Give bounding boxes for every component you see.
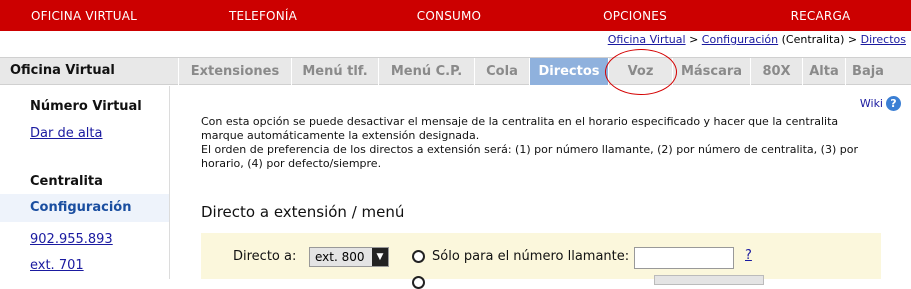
tab-directos[interactable]: Directos xyxy=(529,58,608,85)
description-line: Con esta opción se puede desactivar el m… xyxy=(201,115,839,128)
second-option-select[interactable] xyxy=(654,275,764,285)
top-navigation-bar: OFICINA VIRTUAL TELEFONÍA CONSUMO OPCION… xyxy=(0,0,911,31)
description-line: horario, (4) por defecto/siempre. xyxy=(201,157,382,170)
tab-menu-cp[interactable]: Menú C.P. xyxy=(378,58,474,85)
directo-form-panel: Directo a: ext. 800 ▼ Sólo para el númer… xyxy=(201,233,881,289)
tab-mascara[interactable]: Máscara xyxy=(672,58,750,85)
topnav-opciones[interactable]: OPCIONES xyxy=(540,0,730,31)
tab-bar: Oficina Virtual Extensiones Menú tlf. Me… xyxy=(0,57,911,85)
breadcrumb: Oficina Virtual > Configuración (Central… xyxy=(608,33,906,46)
sidebar-link-extension[interactable]: ext. 701 xyxy=(30,258,84,273)
breadcrumb-link-oficina-virtual[interactable]: Oficina Virtual xyxy=(608,33,686,46)
tab-voz[interactable]: Voz xyxy=(608,58,672,85)
description-line: marque automáticamente la extensión desi… xyxy=(201,129,480,142)
extension-select-value: ext. 800 xyxy=(315,250,365,264)
radio-second-option[interactable] xyxy=(412,276,425,289)
tabs: Extensiones Menú tlf. Menú C.P. Cola Dir… xyxy=(178,58,890,85)
tab-80x[interactable]: 80X xyxy=(750,58,802,85)
sidebar-heading-numero-virtual: Número Virtual xyxy=(30,99,142,114)
sidebar: Número Virtual Dar de alta Centralita Co… xyxy=(0,86,170,279)
section-heading: Directo a extensión / menú xyxy=(201,203,405,221)
sidebar-item-configuracion[interactable]: Configuración xyxy=(0,194,169,222)
topnav-oficina-virtual[interactable]: OFICINA VIRTUAL xyxy=(0,0,168,31)
radio-label-numero-llamante: Sólo para el número llamante: xyxy=(432,249,630,264)
tab-menu-tlf[interactable]: Menú tlf. xyxy=(291,58,378,85)
topnav-consumo[interactable]: CONSUMO xyxy=(358,0,540,31)
description-text: Con esta opción se puede desactivar el m… xyxy=(201,115,881,171)
sidebar-link-number[interactable]: 902.955.893 xyxy=(30,232,113,247)
section-title-oficina-virtual: Oficina Virtual xyxy=(10,63,115,78)
help-link[interactable]: ? xyxy=(745,248,752,263)
radio-numero-llamante[interactable] xyxy=(412,250,425,263)
tab-cola[interactable]: Cola xyxy=(474,58,529,85)
description-line: El orden de preferencia de los directos … xyxy=(201,143,858,156)
sidebar-item-label: Configuración xyxy=(30,200,132,215)
sidebar-link-dar-de-alta[interactable]: Dar de alta xyxy=(30,126,102,141)
dropdown-arrow-icon: ▼ xyxy=(372,248,388,266)
tab-extensiones[interactable]: Extensiones xyxy=(178,58,291,85)
breadcrumb-link-configuracion[interactable]: Configuración xyxy=(702,33,778,46)
wiki-link[interactable]: Wiki ? xyxy=(860,96,901,111)
tab-alta[interactable]: Alta xyxy=(802,58,845,85)
extension-select[interactable]: ext. 800 ▼ xyxy=(309,247,389,267)
breadcrumb-text: (Centralita) > xyxy=(778,33,861,46)
tab-baja[interactable]: Baja xyxy=(845,58,890,85)
breadcrumb-separator: > xyxy=(685,33,702,46)
directo-label: Directo a: xyxy=(233,249,297,264)
breadcrumb-link-directos[interactable]: Directos xyxy=(861,33,906,46)
topnav-telefonia[interactable]: TELEFONÍA xyxy=(168,0,358,31)
sidebar-heading-centralita: Centralita xyxy=(30,174,103,189)
numero-llamante-input[interactable] xyxy=(634,247,734,269)
wiki-label: Wiki xyxy=(859,97,883,110)
question-circle-icon: ? xyxy=(886,96,901,111)
topnav-recarga[interactable]: RECARGA xyxy=(730,0,911,31)
